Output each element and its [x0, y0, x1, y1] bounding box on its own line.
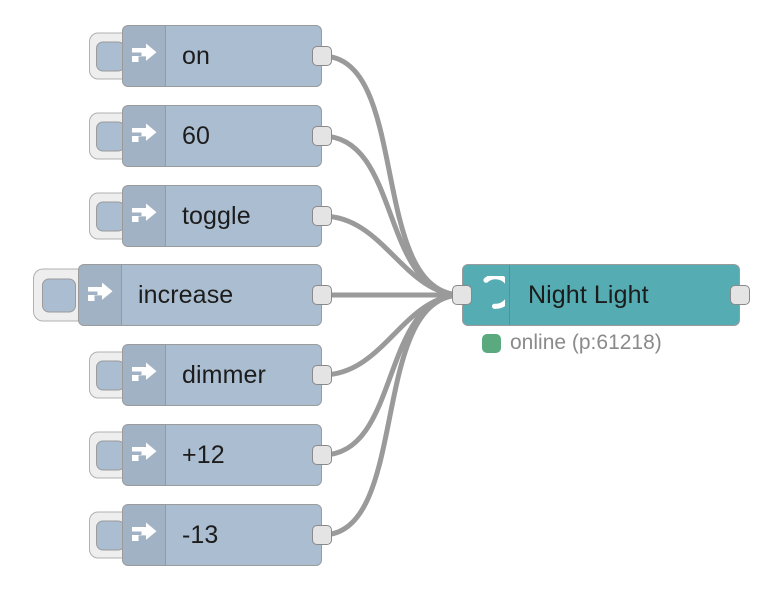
inject-node-body[interactable]: 60 [122, 105, 322, 167]
inject-node-body[interactable]: -13 [122, 504, 322, 566]
inject-trigger-inner [42, 278, 76, 312]
inject-node-label: +12 [182, 440, 225, 469]
device-node-label: Night Light [528, 280, 649, 309]
inject-arrow-icon [123, 186, 166, 246]
inject-trigger-inner [96, 360, 125, 390]
inject-arrow-icon [123, 425, 166, 485]
status-label: online (p:61218) [510, 331, 662, 354]
wire[interactable] [319, 53, 465, 298]
inject-node-label: on [182, 41, 211, 70]
status-dot-online [482, 333, 501, 353]
inject-node-12[interactable]: +12 [89, 424, 332, 486]
inject-node-body[interactable]: dimmer [122, 344, 322, 406]
inject-node-body[interactable]: on [122, 25, 322, 87]
inject-arrow-icon [79, 265, 122, 325]
inject-node-increase[interactable]: increase [33, 264, 332, 326]
inject-trigger-inner [96, 121, 125, 151]
output-port[interactable] [312, 46, 332, 66]
output-port[interactable] [312, 126, 332, 146]
inject-trigger-inner [96, 440, 125, 470]
inject-node-body[interactable]: +12 [122, 424, 322, 486]
output-port[interactable] [730, 285, 750, 305]
wire[interactable] [319, 292, 465, 538]
inject-trigger-inner [96, 201, 125, 231]
inject-trigger-inner [96, 41, 125, 71]
input-port[interactable] [452, 285, 472, 305]
inject-node-label: dimmer [182, 360, 266, 389]
output-port[interactable] [312, 365, 332, 385]
inject-node-label: increase [138, 280, 234, 309]
inject-node-on[interactable]: on [89, 25, 332, 87]
wire[interactable] [319, 213, 465, 298]
output-port[interactable] [312, 525, 332, 545]
inject-node-toggle[interactable]: toggle [89, 185, 332, 247]
device-status: online (p:61218) [482, 331, 662, 355]
inject-node-label: 60 [182, 121, 211, 150]
inject-node-label: toggle [182, 201, 251, 230]
inject-node-body[interactable]: toggle [122, 185, 322, 247]
wire[interactable] [319, 133, 465, 298]
device-node-body[interactable]: Night Light [462, 264, 740, 326]
inject-node-60[interactable]: 60 [89, 105, 332, 167]
inject-arrow-icon [123, 106, 166, 166]
output-port[interactable] [312, 206, 332, 226]
inject-trigger-inner [96, 520, 125, 550]
inject-node-label: -13 [182, 520, 219, 549]
wire[interactable] [319, 292, 465, 378]
inject-node-body[interactable]: increase [78, 264, 322, 326]
flow-canvas[interactable]: on 60 toggle increase dimmer +12 -13 Nig… [0, 0, 766, 590]
wire[interactable] [319, 292, 465, 458]
output-port[interactable] [312, 445, 332, 465]
inject-arrow-icon [123, 505, 166, 565]
inject-node-dimmer[interactable]: dimmer [89, 344, 332, 406]
output-port[interactable] [312, 285, 332, 305]
inject-arrow-icon [123, 345, 166, 405]
inject-arrow-icon [123, 26, 166, 86]
device-node[interactable]: Night Light [452, 264, 750, 326]
inject-node-13[interactable]: -13 [89, 504, 332, 566]
